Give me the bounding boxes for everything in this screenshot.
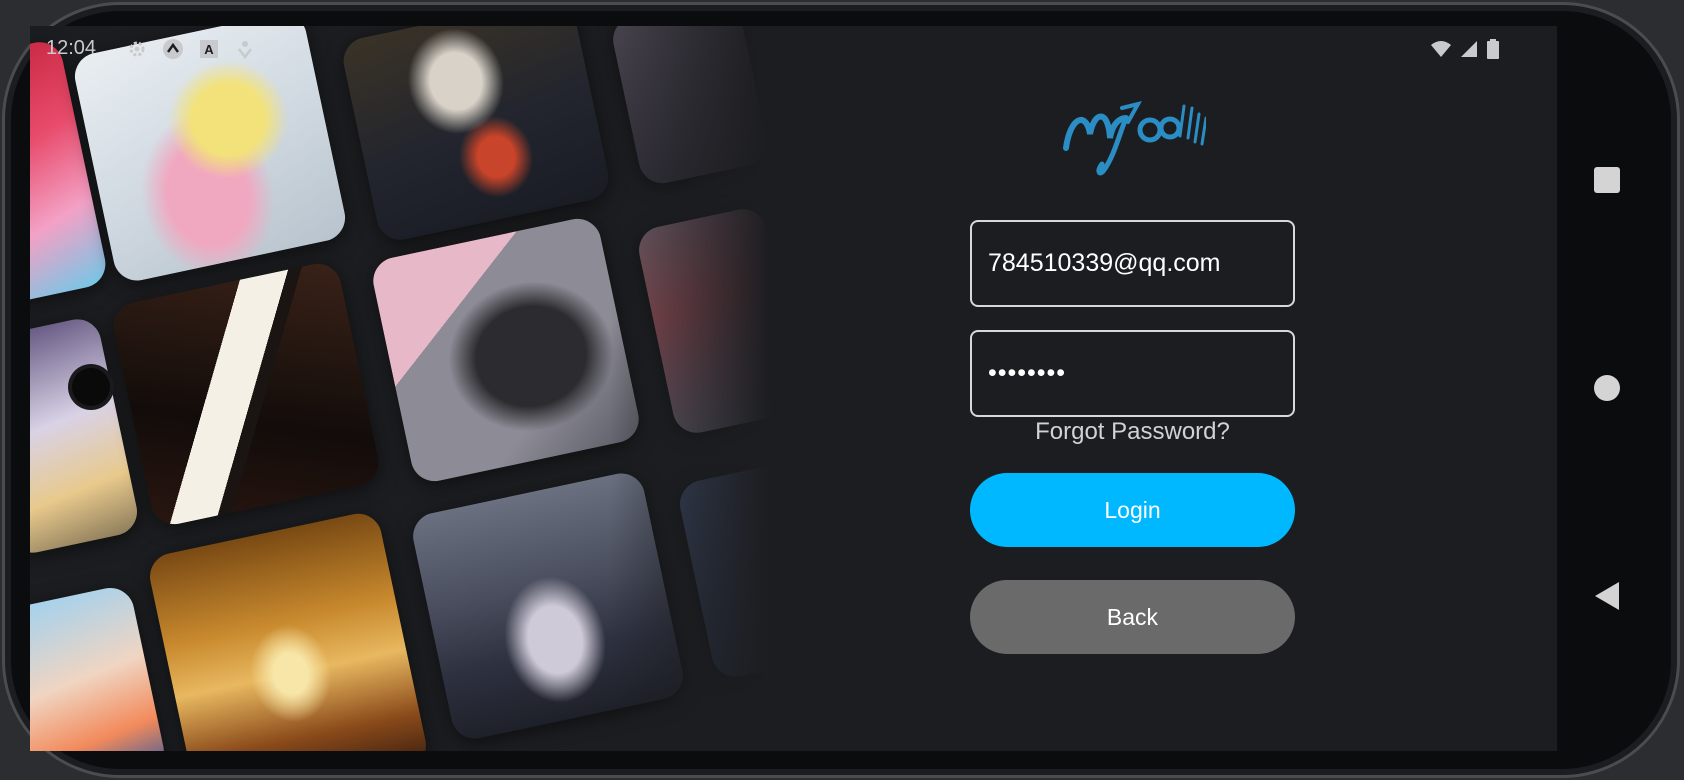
back-button[interactable]: Back [970,580,1295,654]
login-button[interactable]: Login [970,473,1295,547]
wifi-icon [1430,38,1452,60]
svg-text:A: A [204,42,214,57]
email-value: 784510339@qq.com [988,249,1221,277]
cellular-signal-icon [1458,38,1480,60]
anime-tile-red-hair [634,204,770,438]
font-a-icon: A [198,38,220,60]
image-collage [30,26,770,751]
home-circle-icon[interactable] [1593,374,1621,407]
app-screen: 12:04 A [30,26,1557,751]
back-button-label: Back [1106,603,1159,630]
concert-hall-image [145,509,431,751]
status-bar: 12:04 A [30,26,1557,72]
status-time: 12:04 [46,37,97,59]
recents-square-icon[interactable] [1593,166,1621,199]
piano-keys-image [109,259,383,529]
caret-up-icon [162,38,184,60]
mygo-logo [1056,78,1208,188]
anime-tile-girls [30,583,169,751]
email-field[interactable]: 784510339@qq.com [970,220,1295,307]
band-group-image [408,468,688,744]
back-triangle-icon[interactable] [1594,581,1620,616]
download-icon [234,38,256,60]
anime-tile-blue [675,460,770,682]
password-value: •••••••• [988,359,1067,387]
system-navigation-bar [1557,26,1657,751]
guitar-image [368,214,644,486]
password-field[interactable]: •••••••• [970,330,1295,417]
front-camera [72,368,110,406]
forgot-password-link[interactable]: Forgot Password? [970,418,1295,446]
battery-icon [1482,38,1504,60]
gear-icon [126,38,148,60]
login-button-label: Login [1104,496,1161,523]
